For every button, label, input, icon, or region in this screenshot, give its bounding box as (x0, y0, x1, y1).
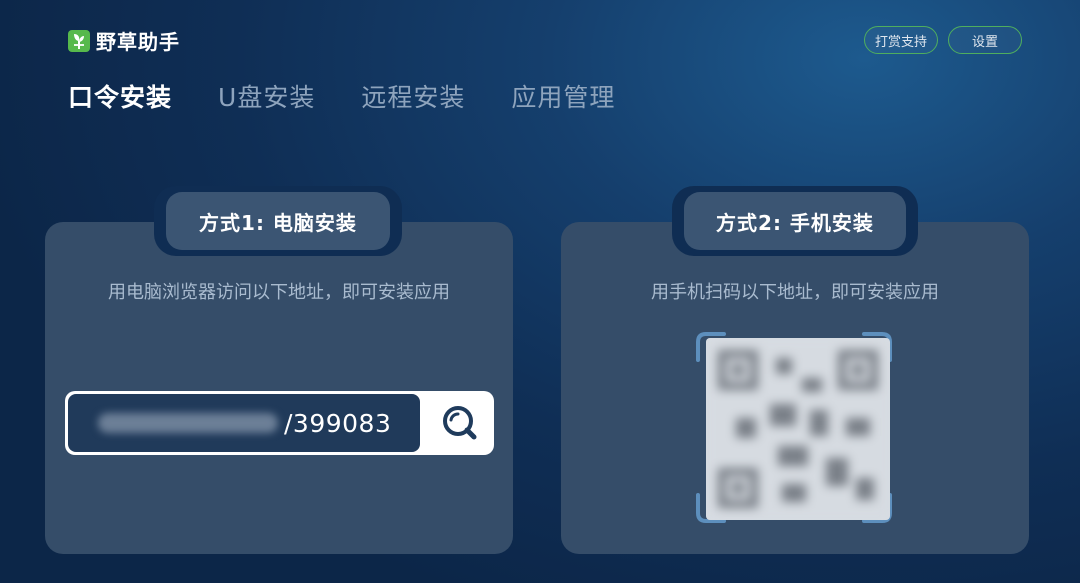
url-code: /399083 (284, 408, 392, 438)
tab-command-install[interactable]: 口令安装 (68, 78, 172, 114)
tab-remote-install[interactable]: 远程安装 (361, 78, 465, 114)
search-icon[interactable] (440, 403, 480, 443)
settings-button[interactable]: 设置 (948, 26, 1022, 54)
blurred-url-host (98, 413, 278, 433)
tab-usb-install[interactable]: U盘安装 (218, 78, 315, 114)
install-url-field[interactable]: /399083 (65, 391, 494, 455)
url-display[interactable]: /399083 (68, 394, 420, 452)
method1-title: 方式1: 电脑安装 (166, 192, 390, 250)
app-logo: 野草助手 (68, 26, 180, 55)
computer-install-panel (45, 222, 513, 554)
tip-support-button[interactable]: 打赏支持 (864, 26, 938, 54)
leaf-logo-icon (68, 29, 90, 52)
tab-app-management[interactable]: 应用管理 (511, 78, 615, 114)
method1-description: 用电脑浏览器访问以下地址，即可安装应用 (108, 282, 450, 303)
header-actions: 打赏支持 设置 (864, 26, 1022, 54)
method2-description: 用手机扫码以下地址，即可安装应用 (651, 282, 939, 303)
main-tabs: 口令安装 U盘安装 远程安装 应用管理 (68, 78, 615, 114)
qr-code (706, 338, 890, 520)
app-title: 野草助手 (96, 30, 180, 54)
method2-title: 方式2: 手机安装 (684, 192, 906, 250)
